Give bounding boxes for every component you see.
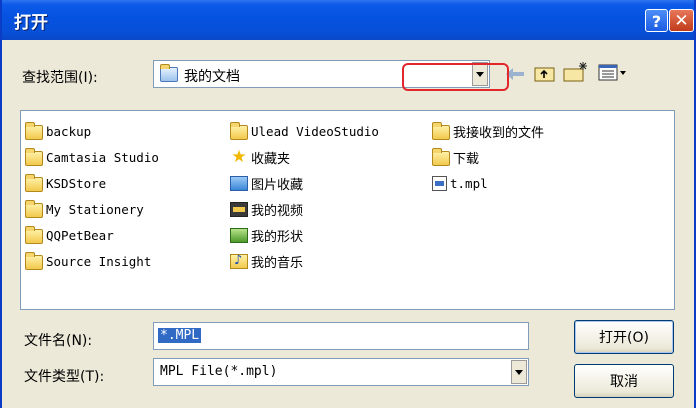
filetype-combo[interactable]: MPL File(*.mpl) xyxy=(153,358,529,386)
up-folder-icon[interactable] xyxy=(534,63,556,83)
open-file-dialog: 打开 ? ✕ 查找范围(I): 我的文档 backup Camtasia Stu… xyxy=(0,0,696,408)
list-item[interactable]: KSDStore xyxy=(25,173,106,193)
title-bar[interactable]: 打开 ? ✕ xyxy=(2,0,694,40)
list-item[interactable]: QQPetBear xyxy=(25,225,114,245)
folder-icon xyxy=(25,251,43,270)
shapes-icon xyxy=(230,227,248,243)
pictures-icon xyxy=(230,175,248,191)
open-button[interactable]: 打开(O) xyxy=(574,320,674,354)
filetype-label: 文件类型(T): xyxy=(24,369,105,385)
folder-icon xyxy=(25,147,43,166)
cancel-button[interactable]: 取消 xyxy=(574,364,674,398)
view-menu-icon[interactable] xyxy=(598,64,628,82)
folder-icon xyxy=(432,121,450,140)
file-list[interactable]: backup Camtasia Studio KSDStore My Stati… xyxy=(20,110,675,310)
dialog-title: 打开 xyxy=(14,13,48,33)
folder-icon xyxy=(25,225,43,244)
filename-label: 文件名(N): xyxy=(24,333,93,349)
filename-field[interactable]: *.MPL xyxy=(153,322,529,350)
filename-value: *.MPL xyxy=(158,328,202,343)
new-folder-icon[interactable] xyxy=(563,61,589,83)
video-icon xyxy=(230,201,248,217)
list-item[interactable]: Camtasia Studio xyxy=(25,147,159,167)
list-item[interactable]: 我接收到的文件 xyxy=(432,121,544,141)
folder-icon xyxy=(25,173,43,192)
look-in-label: 查找范围(I): xyxy=(22,70,98,86)
my-documents-icon xyxy=(160,64,178,82)
folder-icon xyxy=(25,199,43,218)
star-icon: ★ xyxy=(231,146,247,167)
mpl-file-icon xyxy=(432,175,447,191)
chevron-down-icon[interactable] xyxy=(511,360,527,384)
list-item[interactable]: Ulead VideoStudio xyxy=(230,121,379,141)
folder-icon xyxy=(230,121,248,140)
list-item[interactable]: 图片收藏 xyxy=(230,173,303,193)
folder-icon xyxy=(25,121,43,140)
list-item[interactable]: My Stationery xyxy=(25,199,144,219)
music-icon xyxy=(230,253,248,269)
list-item[interactable]: 下载 xyxy=(432,147,479,167)
highlight-box xyxy=(402,63,509,91)
help-button[interactable]: ? xyxy=(645,9,668,32)
list-item[interactable]: backup xyxy=(25,121,91,141)
folder-icon xyxy=(432,147,450,166)
list-item[interactable]: 我的形状 xyxy=(230,225,303,245)
list-item[interactable]: Source Insight xyxy=(25,251,151,271)
list-item[interactable]: ★ 收藏夹 xyxy=(230,147,290,167)
close-button[interactable]: ✕ xyxy=(669,9,694,32)
list-item[interactable]: t.mpl xyxy=(432,173,488,193)
filetype-value: MPL File(*.mpl) xyxy=(160,364,278,379)
look-in-value: 我的文档 xyxy=(184,69,240,85)
list-item[interactable]: 我的音乐 xyxy=(230,251,303,271)
list-item[interactable]: 我的视频 xyxy=(230,199,303,219)
